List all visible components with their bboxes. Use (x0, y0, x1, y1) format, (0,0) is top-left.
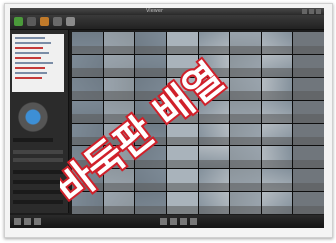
overlay-caption: 바둑판 배열 (60, 53, 234, 215)
layout-icon[interactable] (14, 218, 21, 225)
panel-section (13, 158, 63, 162)
panel-section (13, 180, 63, 184)
tree-item[interactable] (15, 52, 49, 54)
tree-item[interactable] (15, 57, 41, 59)
tree-item[interactable] (15, 62, 53, 64)
panel-section (13, 200, 63, 204)
close-icon[interactable] (316, 9, 321, 14)
lock-icon[interactable] (66, 17, 75, 26)
tree-item[interactable] (15, 77, 42, 79)
ptz-control[interactable] (18, 102, 48, 132)
panel-section (13, 170, 63, 174)
window-title: Viewer (146, 8, 163, 14)
camera-icon[interactable] (40, 17, 49, 26)
title-bar: Viewer (10, 8, 324, 15)
tree-item[interactable] (15, 72, 47, 74)
tree-item[interactable] (15, 42, 51, 44)
live-view-icon[interactable] (14, 17, 23, 26)
window-controls (302, 9, 321, 14)
tree-item[interactable] (15, 67, 45, 69)
record-icon[interactable] (53, 17, 62, 26)
maximize-icon[interactable] (309, 9, 314, 14)
layout-icon[interactable] (34, 218, 41, 225)
minimize-icon[interactable] (302, 9, 307, 14)
layout-icon[interactable] (24, 218, 31, 225)
search-icon[interactable] (27, 17, 36, 26)
tree-item[interactable] (15, 47, 43, 49)
overlay-label: 바둑판 배열 (60, 55, 232, 213)
tree-item[interactable] (15, 37, 45, 39)
panel-section (13, 190, 63, 194)
zoom-slider[interactable] (13, 138, 53, 142)
panel-section (13, 150, 63, 154)
main-toolbar (10, 15, 324, 30)
device-tree[interactable] (12, 34, 64, 92)
